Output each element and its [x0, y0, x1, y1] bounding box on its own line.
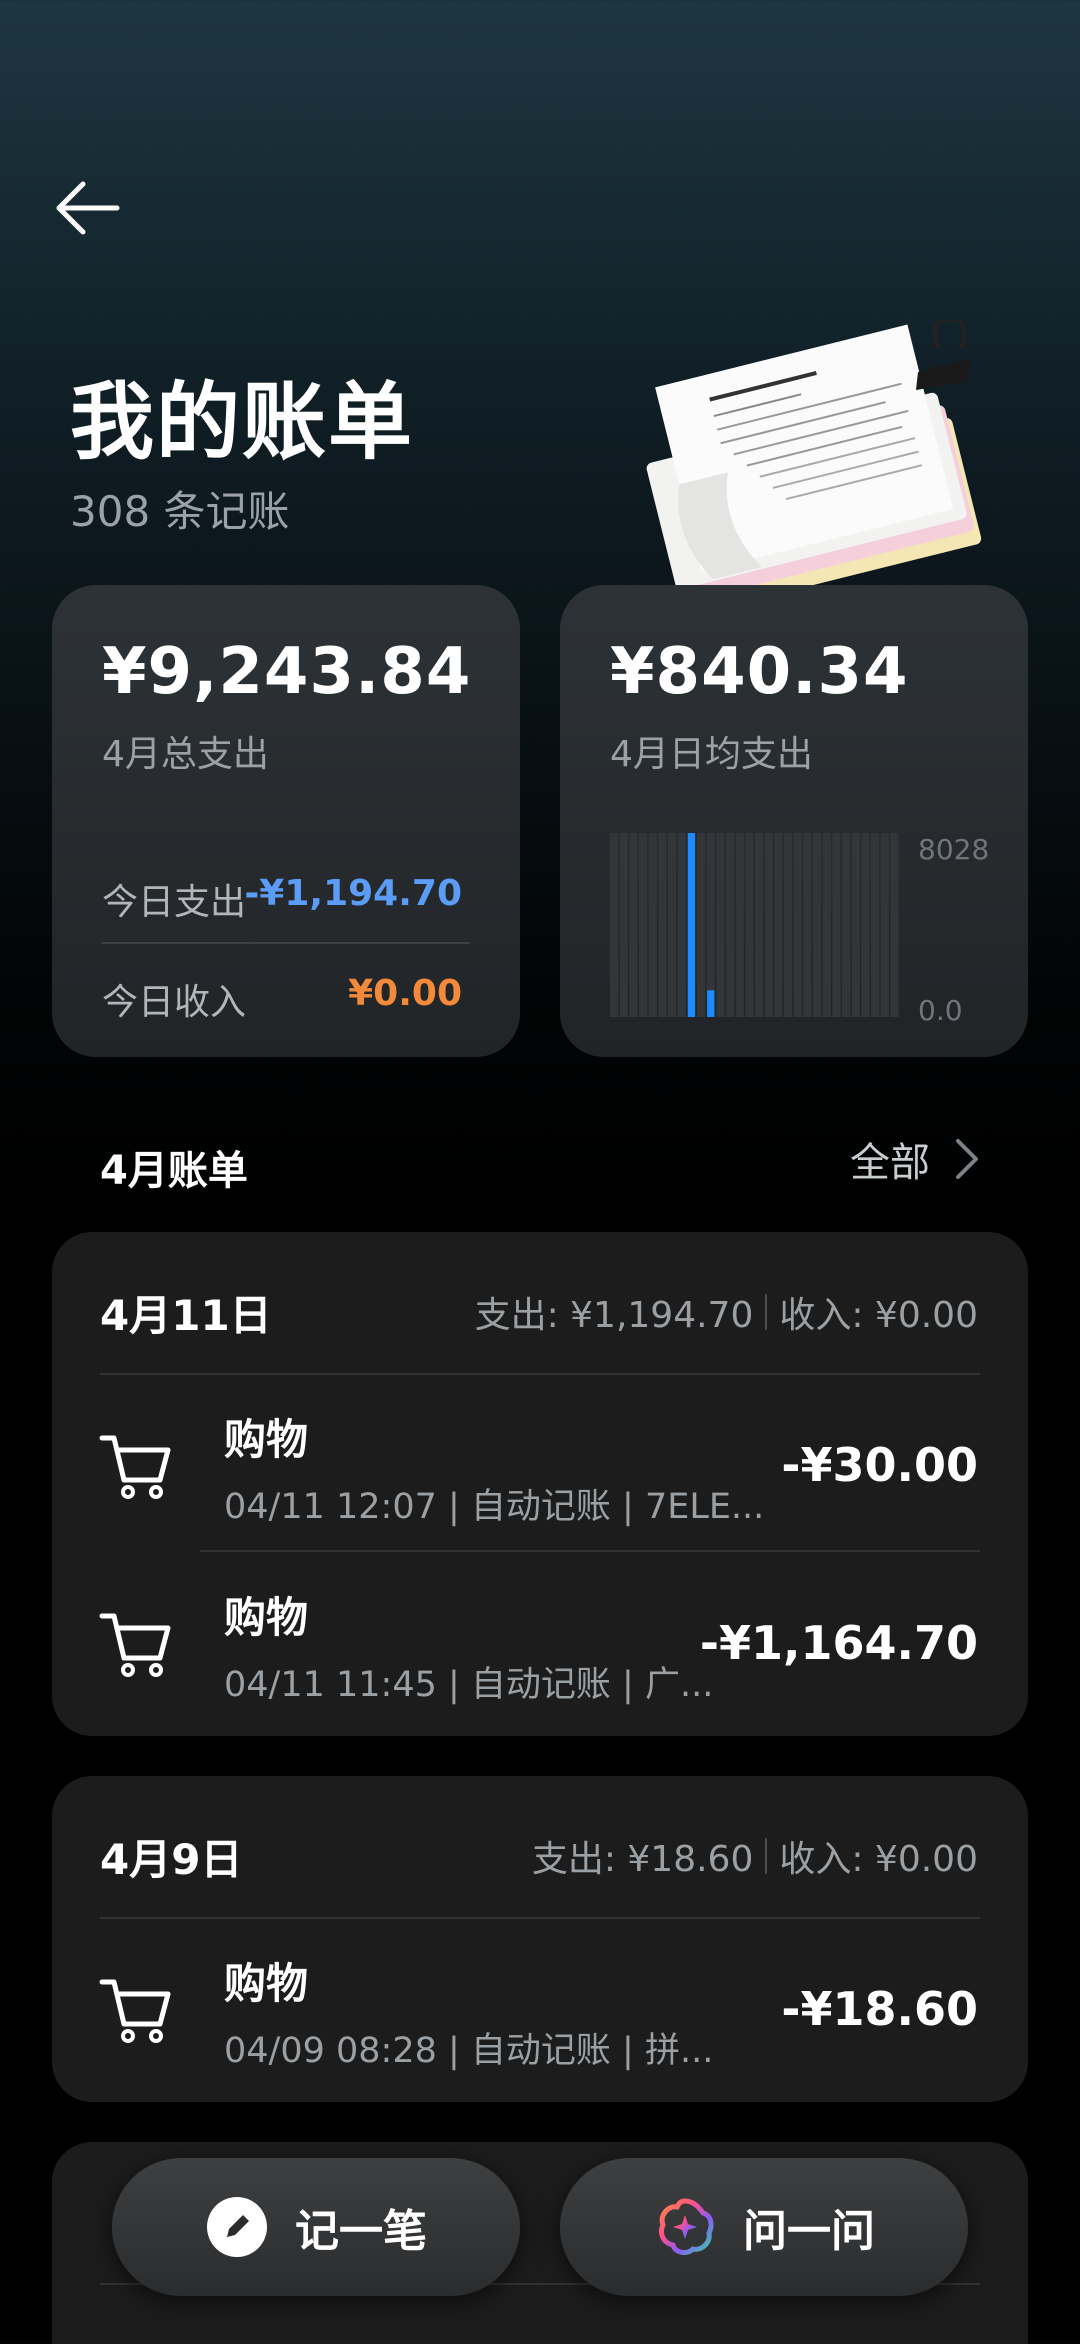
chart-slot — [716, 833, 725, 1017]
transaction-amount: -¥18.60 — [781, 1982, 978, 2036]
shopping-cart-icon — [99, 1613, 171, 1677]
shopping-cart-icon — [99, 1979, 171, 2043]
chart-slot — [871, 833, 880, 1017]
chart-slot — [610, 833, 619, 1017]
chart-slot — [648, 833, 657, 1017]
ai-sparkle-icon — [658, 2198, 714, 2255]
chart-slot — [890, 833, 899, 1017]
y-min-label: 0.0 — [918, 994, 963, 1025]
transaction-row[interactable]: 购物 04/11 12:07 | 自动记账 | 7ELE... -¥30.00 — [52, 1376, 1028, 1554]
transaction-title: 购物 — [224, 1593, 309, 1642]
chart-slot — [658, 833, 667, 1017]
monthly-total-card[interactable]: ¥9,243.84 4月总支出 今日支出 -¥1,194.70 今日收入 ¥0.… — [52, 585, 520, 1057]
transaction-title: 购物 — [224, 1959, 309, 2008]
group-expense: 支出: ¥1,194.70 — [474, 1295, 754, 1336]
today-income-label: 今日收入 — [102, 982, 247, 1023]
chart-slot — [755, 833, 764, 1017]
y-max-label: 8028 — [918, 833, 989, 866]
chevron-right-icon — [956, 1139, 978, 1179]
chart-slot — [745, 833, 754, 1017]
chart-slot — [706, 833, 715, 1017]
monthly-total-label: 4月总支出 — [102, 734, 269, 775]
chart-slot — [842, 833, 851, 1017]
chart-slot — [639, 833, 648, 1017]
chart-bar — [687, 833, 695, 1017]
record-count: 308 条记账 — [70, 487, 290, 536]
record-entry-button[interactable]: 记一笔 — [112, 2158, 520, 2296]
daily-average-label: 4月日均支出 — [610, 734, 813, 775]
view-all-label: 全部 — [850, 1140, 930, 1186]
chart-slot — [697, 833, 706, 1017]
group-income: 收入: ¥0.00 — [779, 1839, 978, 1880]
item-divider — [200, 1550, 980, 1552]
transaction-amount: -¥30.00 — [781, 1438, 978, 1492]
chart-slot — [668, 833, 677, 1017]
section-title: 4月账单 — [100, 1148, 248, 1194]
monthly-total-amount: ¥9,243.84 — [102, 635, 472, 709]
chart-slot — [764, 833, 773, 1017]
chart-slot — [803, 833, 812, 1017]
chart-slot — [832, 833, 841, 1017]
group-date: 4月11日 — [100, 1291, 272, 1340]
transaction-row[interactable]: 购物 04/11 11:45 | 自动记账 | 广... -¥1,164.70 — [52, 1554, 1028, 1732]
chart-slot — [880, 833, 889, 1017]
chart-slot — [793, 833, 802, 1017]
ask-assistant-label: 问一问 — [743, 2206, 875, 2257]
back-arrow-icon — [56, 181, 120, 235]
chart-slot — [813, 833, 822, 1017]
chart-slot — [774, 833, 783, 1017]
daily-spending-chart: 8028 0.0 — [610, 833, 989, 1025]
group-date: 4月9日 — [100, 1835, 243, 1884]
record-entry-label: 记一笔 — [295, 2206, 427, 2257]
view-all-link[interactable]: 全部 — [850, 1130, 980, 1188]
chart-slot — [735, 833, 744, 1017]
chart-bar — [707, 990, 715, 1017]
transaction-row[interactable]: 购物 04/09 08:28 | 自动记账 | 拼... -¥18.60 — [52, 1920, 1028, 2098]
summary-separator — [765, 1294, 768, 1330]
group-expense: 支出: ¥18.60 — [531, 1839, 754, 1880]
day-group: 4月9日 支出: ¥18.60 收入: ¥0.00 购物 04/09 08:28… — [52, 1776, 1028, 2102]
chart-slot — [629, 833, 638, 1017]
transaction-title: 购物 — [224, 1415, 309, 1464]
card-divider — [102, 942, 470, 944]
pencil-icon — [207, 2197, 267, 2257]
page-title: 我的账单 — [70, 373, 415, 471]
shopping-cart-icon — [99, 1435, 171, 1499]
ask-assistant-button[interactable]: 问一问 — [560, 2158, 968, 2296]
group-income: 收入: ¥0.00 — [779, 1295, 978, 1336]
transaction-meta: 04/09 08:28 | 自动记账 | 拼... — [224, 2031, 714, 2071]
daily-average-amount: ¥840.34 — [610, 635, 909, 709]
receipt-illustration — [646, 320, 982, 590]
back-button[interactable] — [40, 160, 136, 256]
chart-slot — [822, 833, 831, 1017]
chart-slot — [726, 833, 735, 1017]
group-divider — [100, 1917, 980, 1919]
today-expense-label: 今日支出 — [102, 882, 247, 923]
chart-slot — [784, 833, 793, 1017]
chart-slot — [677, 833, 686, 1017]
group-divider — [100, 1373, 980, 1375]
chart-slot — [861, 833, 870, 1017]
chart-slot — [851, 833, 860, 1017]
daily-average-card[interactable]: ¥840.34 4月日均支出 8028 0.0 — [560, 585, 1028, 1057]
today-expense-value: -¥1,194.70 — [244, 873, 462, 914]
transaction-meta: 04/11 12:07 | 自动记账 | 7ELE... — [224, 1487, 765, 1527]
transaction-meta: 04/11 11:45 | 自动记账 | 广... — [224, 1665, 714, 1705]
summary-separator — [765, 1838, 768, 1874]
day-group: 4月11日 支出: ¥1,194.70 收入: ¥0.00 购物 04/11 1… — [52, 1232, 1028, 1736]
group-summary: 支出: ¥18.60 收入: ¥0.00 — [532, 1830, 978, 1882]
today-income-value: ¥0.00 — [348, 973, 462, 1014]
transaction-amount: -¥1,164.70 — [699, 1616, 978, 1670]
chart-slot — [619, 833, 628, 1017]
group-summary: 支出: ¥1,194.70 收入: ¥0.00 — [475, 1286, 978, 1338]
